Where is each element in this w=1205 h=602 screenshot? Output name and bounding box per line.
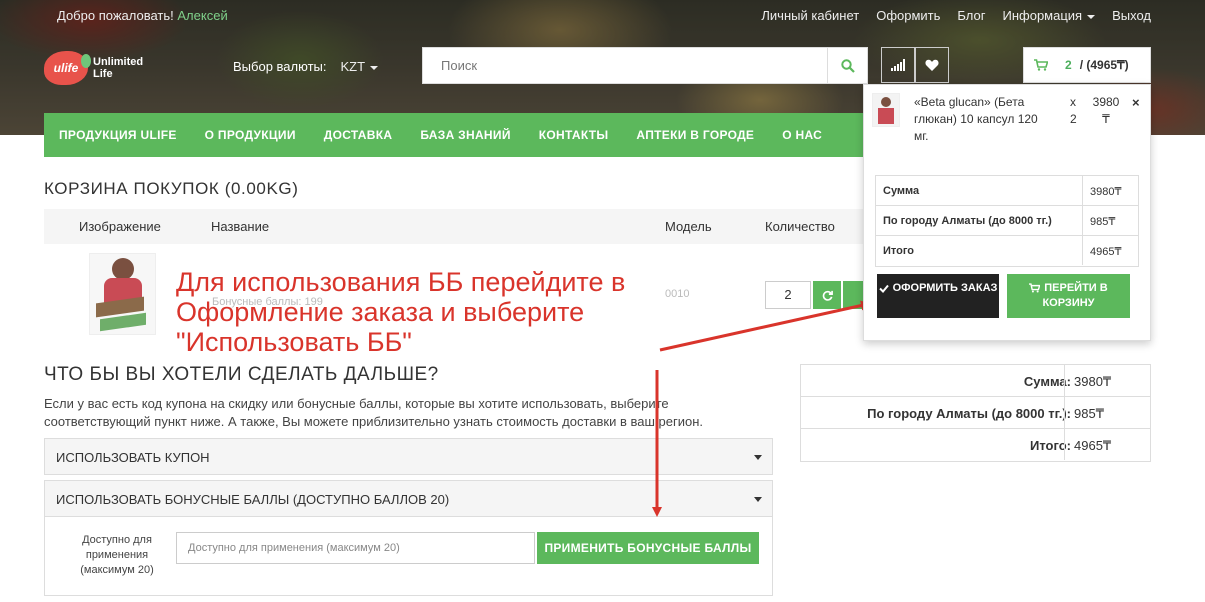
wishlist-button[interactable]: [915, 47, 949, 83]
product-thumbnail[interactable]: [89, 253, 156, 335]
checkout-link[interactable]: Оформить: [876, 8, 940, 23]
totals-row: Сумма: 3980₸: [801, 365, 1150, 397]
page-title: КОРЗИНА ПОКУПОК (0.00KG): [44, 179, 299, 198]
refresh-icon: [822, 290, 833, 301]
quantity-input[interactable]: 2: [765, 281, 811, 309]
info-menu[interactable]: Информация: [1003, 8, 1096, 23]
search-box: [422, 47, 868, 84]
caret-down-icon: [370, 65, 379, 70]
cart-count: 2: [1065, 58, 1072, 72]
column-quantity: Количество: [765, 219, 835, 234]
welcome-text: Добро пожаловать! Алексей: [57, 8, 228, 23]
dropdown-totals-row: Итого 4965₸: [876, 236, 1138, 266]
view-cart-button[interactable]: ПЕРЕЙТИ В КОРЗИНУ: [1007, 274, 1130, 318]
instruction-annotation: Для использования ББ перейдите в Оформле…: [176, 267, 626, 357]
totals-value: 4965₸: [1074, 438, 1112, 453]
bonus-panel-header[interactable]: ИСПОЛЬЗОВАТЬ БОНУСНЫЕ БАЛЛЫ (ДОСТУПНО БА…: [44, 480, 773, 517]
dropdown-totals-label: По городу Алматы (до 8000 тг.): [883, 215, 1052, 227]
bonus-panel-title: ИСПОЛЬЗОВАТЬ БОНУСНЫЕ БАЛЛЫ (ДОСТУПНО БА…: [56, 492, 450, 507]
dropdown-totals-row: Сумма 3980₸: [876, 176, 1138, 206]
nav-item-about-us[interactable]: О НАС: [782, 128, 822, 142]
top-links: Личный кабинет Оформить Блог Информация …: [761, 8, 1151, 23]
bonus-panel-body: Доступно для применения (максимум 20) ПР…: [44, 516, 773, 596]
dropdown-totals-value: 985₸: [1090, 216, 1116, 228]
caret-down-icon: [1087, 14, 1096, 19]
logo-text: Unlimited Life: [93, 56, 143, 80]
bonus-field-label: Доступно для применения (максимум 20): [80, 534, 154, 576]
checkout-button-label: ОФОРМИТЬ ЗАКАЗ: [892, 282, 998, 294]
dropdown-product-name[interactable]: «Beta glucan» (Бета глюкан) 10 капсул 12…: [914, 94, 1044, 145]
caret-down-icon: [754, 455, 762, 460]
dropdown-totals-value: 4965₸: [1090, 246, 1122, 258]
search-input[interactable]: [423, 48, 828, 83]
totals-value: 985₸: [1074, 406, 1104, 421]
main-nav: ПРОДУКЦИЯ ULIFE О ПРОДУКЦИИ ДОСТАВКА БАЗ…: [44, 113, 917, 157]
column-model: Модель: [665, 219, 712, 234]
compare-button[interactable]: [881, 47, 915, 83]
search-button[interactable]: [827, 48, 867, 83]
currency-label: Выбор валюты:: [233, 59, 327, 74]
bonus-points-input[interactable]: [176, 532, 535, 564]
column-image: Изображение: [79, 219, 161, 234]
dropdown-totals-label: Итого: [883, 245, 915, 257]
remove-item-button[interactable]: [843, 281, 865, 309]
logo-badge: ulife: [44, 51, 91, 85]
dropdown-totals: Сумма 3980₸ По городу Алматы (до 8000 тг.…: [875, 175, 1139, 267]
currency-value: KZT: [340, 59, 366, 74]
nav-item-products[interactable]: ПРОДУКЦИЯ ULIFE: [59, 128, 177, 142]
blog-link[interactable]: Блог: [957, 8, 985, 23]
dropdown-totals-value: 3980₸: [1090, 186, 1122, 198]
compare-icon: [891, 59, 905, 71]
cart-icon: [1034, 59, 1048, 71]
nav-item-contacts[interactable]: КОНТАКТЫ: [539, 128, 609, 142]
currency-selector: Выбор валюты: KZT: [233, 59, 379, 74]
caret-down-icon: [754, 497, 762, 502]
nav-item-delivery[interactable]: ДОСТАВКА: [324, 128, 393, 142]
cart-total: / (4965₸): [1079, 58, 1129, 72]
dropdown-totals-label: Сумма: [883, 185, 920, 197]
next-steps-title: ЧТО БЫ ВЫ ХОТЕЛИ СДЕЛАТЬ ДАЛЬШЕ?: [44, 364, 439, 385]
column-name: Название: [211, 219, 270, 234]
cart-dropdown: «Beta glucan» (Бета глюкан) 10 капсул 12…: [863, 84, 1151, 341]
totals-label: По городу Алматы (до 8000 тг.):: [867, 406, 1071, 421]
update-quantity-button[interactable]: [813, 281, 841, 309]
totals-value: 3980₸: [1074, 374, 1112, 389]
close-icon[interactable]: ×: [1132, 95, 1140, 110]
dropdown-product-thumbnail[interactable]: [872, 93, 900, 127]
nav-item-pharmacies[interactable]: АПТЕКИ В ГОРОДЕ: [636, 128, 754, 142]
coupon-panel-title: ИСПОЛЬЗОВАТЬ КУПОН: [56, 450, 210, 465]
cart-button[interactable]: 2 / (4965₸): [1023, 47, 1151, 83]
coupon-panel-header[interactable]: ИСПОЛЬЗОВАТЬ КУПОН: [44, 438, 773, 475]
view-cart-button-label: ПЕРЕЙТИ В КОРЗИНУ: [1042, 282, 1108, 309]
logo-line1: Unlimited: [93, 56, 144, 68]
cart-table-header: Изображение Название Модель Количество: [44, 209, 874, 244]
topbar: Добро пожаловать! Алексей Личный кабинет…: [0, 8, 1205, 26]
currency-dropdown[interactable]: KZT: [340, 59, 379, 74]
checkout-button[interactable]: ОФОРМИТЬ ЗАКАЗ: [877, 274, 999, 318]
dropdown-totals-row: По городу Алматы (до 8000 тг.) 985₸: [876, 206, 1138, 236]
welcome-prefix: Добро пожаловать!: [57, 8, 174, 23]
nav-item-knowledge-base[interactable]: БАЗА ЗНАНИЙ: [420, 128, 510, 142]
search-icon: [840, 58, 855, 73]
account-link[interactable]: Личный кабинет: [761, 8, 859, 23]
apply-bonus-button[interactable]: ПРИМЕНИТЬ БОНУСНЫЕ БАЛЛЫ: [537, 532, 759, 564]
cart-icon: [1029, 283, 1041, 293]
totals-row: Итого: 4965₸: [801, 429, 1150, 461]
check-icon: [878, 284, 889, 293]
user-name-link[interactable]: Алексей: [177, 8, 227, 23]
next-steps-description: Если у вас есть код купона на скидку или…: [44, 396, 703, 429]
page: Добро пожаловать! Алексей Личный кабинет…: [0, 0, 1205, 602]
logo-line2: Life: [93, 68, 113, 80]
heart-icon: [925, 59, 939, 71]
cart-totals: Сумма: 3980₸ По городу Алматы (до 8000 тг…: [800, 364, 1151, 462]
nav-item-about-products[interactable]: О ПРОДУКЦИИ: [205, 128, 296, 142]
site-logo[interactable]: ulife Unlimited Life: [44, 51, 143, 85]
totals-row: По городу Алматы (до 8000 тг.): 985₸: [801, 397, 1150, 429]
dropdown-product-price: 3980 ₸: [1092, 95, 1120, 126]
info-menu-label: Информация: [1002, 8, 1083, 23]
logout-link[interactable]: Выход: [1112, 8, 1151, 23]
dropdown-product-qty: x 2: [1070, 95, 1077, 126]
